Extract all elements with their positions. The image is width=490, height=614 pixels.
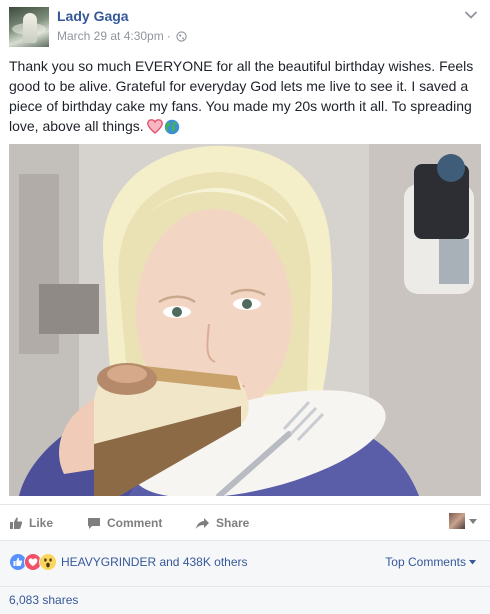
reaction-icons[interactable] [9, 553, 57, 571]
post-as-avatar[interactable] [449, 513, 465, 529]
divider [0, 504, 490, 505]
reaction-summary[interactable]: HEAVYGRINDER and 438K others [61, 555, 248, 569]
post-action-bar: Like Comment Share [0, 508, 490, 538]
share-label: Share [216, 516, 250, 530]
earth-globe-icon [164, 119, 179, 135]
facebook-post: Lady Gaga March 29 at 4:30pm · Thank you… [0, 0, 490, 614]
caret-down-icon [469, 559, 476, 564]
top-comments-label: Top Comments [385, 555, 466, 569]
like-label: Like [29, 516, 54, 530]
like-button[interactable]: Like [9, 516, 53, 530]
post-caption: Thank you so much EVERYONE for all the b… [9, 56, 481, 136]
author-name[interactable]: Lady Gaga [57, 8, 129, 24]
author-avatar[interactable] [9, 7, 49, 47]
globe-icon[interactable] [176, 30, 187, 42]
comment-button[interactable]: Comment [87, 516, 162, 530]
comment-label: Comment [107, 516, 163, 530]
chevron-down-icon[interactable] [464, 10, 478, 20]
caption-emoji [146, 119, 180, 135]
caption-text: Thank you so much EVERYONE for all the b… [9, 58, 474, 134]
meta-separator: · [166, 29, 171, 43]
shares-count[interactable]: 6,083 shares [9, 593, 78, 607]
comment-icon [88, 517, 100, 529]
caret-down-icon[interactable] [469, 519, 477, 525]
post-meta: March 29 at 4:30pm · [57, 29, 187, 43]
top-comments-sort[interactable]: Top Comments [385, 555, 476, 569]
heart-icon [146, 119, 163, 134]
wow-reaction-icon [39, 553, 57, 571]
post-photo[interactable] [9, 144, 481, 496]
share-arrow-icon [196, 517, 209, 529]
photo-illustration [9, 144, 481, 496]
post-timestamp[interactable]: March 29 at 4:30pm [57, 29, 164, 43]
reactions-bar: HEAVYGRINDER and 438K others Top Comment… [0, 541, 490, 586]
thumbs-up-icon [10, 517, 23, 529]
share-button[interactable]: Share [195, 516, 249, 530]
shares-bar: 6,083 shares [0, 587, 490, 614]
